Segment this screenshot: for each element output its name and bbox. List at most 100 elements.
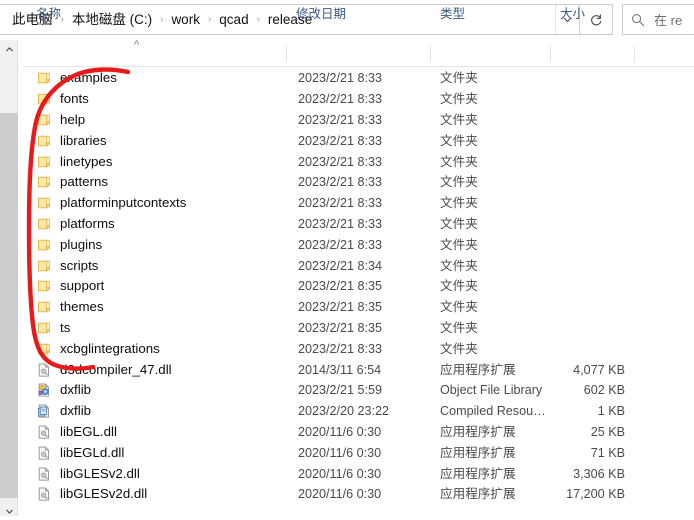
chevron-down-icon [5,509,13,514]
file-name-cell[interactable]: ts [36,320,286,336]
file-name-label: plugins [60,236,103,252]
file-row[interactable]: platforminputcontexts 2023/2/21 8:33 文件夹 [22,193,694,214]
breadcrumb-separator: › [256,13,260,25]
folder-icon [38,322,51,335]
file-type-cell: 文件夹 [440,133,478,148]
file-row[interactable]: fonts 2023/2/21 8:33 文件夹 [22,89,694,110]
column-divider[interactable] [430,46,431,62]
file-row[interactable]: d3dcompiler_47.dll 2014/3/11 6:54 应用程序扩展 4,… [22,359,694,380]
file-name-cell[interactable]: themes [36,299,286,315]
dll-file-icon [38,446,49,460]
file-size-cell: 3,306 KB [573,466,625,481]
breadcrumb[interactable]: 此电脑 › 本地磁盘 (C:) › work › qcad › release [0,10,555,30]
vertical-scrollbar[interactable] [0,40,18,520]
file-row[interactable]: libraries 2023/2/21 8:33 文件夹 [22,130,694,151]
file-name-cell[interactable]: xcbglintegrations [36,341,286,357]
file-row[interactable]: linetypes 2023/2/21 8:33 文件夹 [22,151,694,172]
file-type-cell: 文件夹 [440,71,478,86]
file-row[interactable]: libEGLd.dll 2020/11/6 0:30 应用程序扩展 71 KB [22,442,694,463]
file-name-cell[interactable]: plugins [36,237,286,253]
folder-icon [38,73,51,85]
file-name-cell[interactable]: help [36,112,286,128]
file-name-cell[interactable]: libEGLd.dll [36,445,286,461]
column-header-size[interactable]: 大小 [560,6,585,22]
file-date-cell: 2023/2/20 23:22 [298,404,390,419]
column-header-type[interactable]: 类型 [440,6,465,22]
file-date-cell: 2023/2/21 8:33 [298,154,383,169]
file-row[interactable]: platforms 2023/2/21 8:33 文件夹 [22,214,694,235]
file-name-cell[interactable]: libraries [36,133,286,149]
dll-file-icon [38,487,49,501]
file-row[interactable]: examples 2023/2/21 8:33 文件夹 [22,68,694,89]
file-explorer-window: 此电脑 › 本地磁盘 (C:) › work › qcad › release 在 re ^ 名… [0,0,694,520]
file-name-cell[interactable]: linetypes [36,154,286,170]
file-row[interactable]: libEGL.dll 2020/11/6 0:30 应用程序扩展 25 KB [22,422,694,443]
file-type-cell: 文件夹 [440,258,478,273]
breadcrumb-separator: › [207,13,212,25]
scroll-up-button[interactable] [0,40,18,58]
breadcrumb-item-3[interactable]: work [168,10,203,30]
file-type-cell: 文件夹 [440,154,478,169]
file-row[interactable]: ts 2023/2/21 8:35 文件夹 [22,318,694,339]
file-name-cell[interactable]: libGLESv2d.dll [36,486,286,502]
file-size-cell: 17,200 KB [566,487,625,502]
file-name-cell[interactable]: platforminputcontexts [36,195,286,211]
search-field[interactable]: 在 re [622,4,694,35]
file-row[interactable]: plugins 2023/2/21 8:33 文件夹 [22,234,694,255]
dll-file-icon [38,363,49,377]
breadcrumb-bar[interactable]: 此电脑 › 本地磁盘 (C:) › work › qcad › release [0,4,580,35]
file-name-cell[interactable]: fonts [36,91,286,107]
file-row[interactable]: help 2023/2/21 8:33 文件夹 [22,110,694,131]
file-type-cell: 文件夹 [440,175,478,190]
file-row[interactable]: dxflib 2023/2/21 5:59 Object File Library 6… [22,380,694,401]
breadcrumb-item-2[interactable]: 本地磁盘 (C:) [69,10,155,30]
column-divider[interactable] [286,46,287,62]
folder-icon [38,135,51,147]
file-name-cell[interactable]: examples [36,70,286,86]
file-name-label: xcbglintegrations [60,340,160,356]
folder-icon [38,177,51,189]
column-divider[interactable] [634,46,635,62]
folder-icon [38,218,51,231]
file-name-cell[interactable]: scripts [36,258,286,274]
folder-icon [38,197,51,210]
file-row[interactable]: libGLESv2d.dll 2020/11/6 0:30 应用程序扩展 17,200… [22,484,694,505]
breadcrumb-separator: › [160,13,164,25]
file-name-cell[interactable]: platforms [36,216,286,232]
file-name-cell[interactable]: patterns [36,174,286,190]
file-row[interactable]: themes 2023/2/21 8:35 文件夹 [22,297,694,318]
file-name-cell[interactable]: dxflib [36,382,286,398]
file-date-cell: 2023/2/21 8:33 [298,112,383,127]
file-name-label: examples [60,70,117,86]
file-name-label: patterns [60,174,109,190]
dll-file-icon [38,425,49,439]
file-name-cell[interactable]: dxflib [36,403,286,419]
file-row[interactable]: xcbglintegrations 2023/2/21 8:33 文件夹 [22,338,694,359]
file-size-cell: 602 KB [583,383,625,398]
file-size-cell: 4,077 KB [573,362,625,377]
column-divider[interactable] [550,46,551,62]
file-type-cell: 文件夹 [440,112,478,127]
folder-icon [38,156,51,168]
column-header-date[interactable]: 修改日期 [296,6,346,22]
file-name-cell[interactable]: libEGL.dll [36,424,286,440]
file-name-label: libGLESv2d.dll [60,486,148,502]
file-row[interactable]: support 2023/2/21 8:35 文件夹 [22,276,694,297]
file-name-cell[interactable]: support [36,278,286,294]
file-type-cell: 文件夹 [440,320,478,335]
file-size-cell: 25 KB [590,424,625,439]
file-name-cell[interactable]: d3dcompiler_47.dll [36,362,286,378]
file-row[interactable]: scripts 2023/2/21 8:34 文件夹 [22,255,694,276]
file-row[interactable]: patterns 2023/2/21 8:33 文件夹 [22,172,694,193]
scrollbar-thumb[interactable] [0,113,18,498]
file-type-cell: 文件夹 [440,216,478,231]
file-row[interactable]: libGLESv2.dll 2020/11/6 0:30 应用程序扩展 3,306 K… [22,463,694,484]
file-list[interactable]: examples 2023/2/21 8:33 文件夹 fonts 2023/2/21 … [22,68,694,520]
breadcrumb-item-4[interactable]: qcad [216,10,251,30]
file-name-cell[interactable]: libGLESv2.dll [36,466,286,482]
file-size-cell: 71 KB [590,445,625,460]
address-bar: 此电脑 › 本地磁盘 (C:) › work › qcad › release 在 re [0,0,694,39]
column-header-name[interactable]: 名称 [36,6,61,22]
file-row[interactable]: dxflib 2023/2/20 23:22 Compiled Resou… 1 KB [22,401,694,422]
file-type-cell: 文件夹 [440,341,478,356]
